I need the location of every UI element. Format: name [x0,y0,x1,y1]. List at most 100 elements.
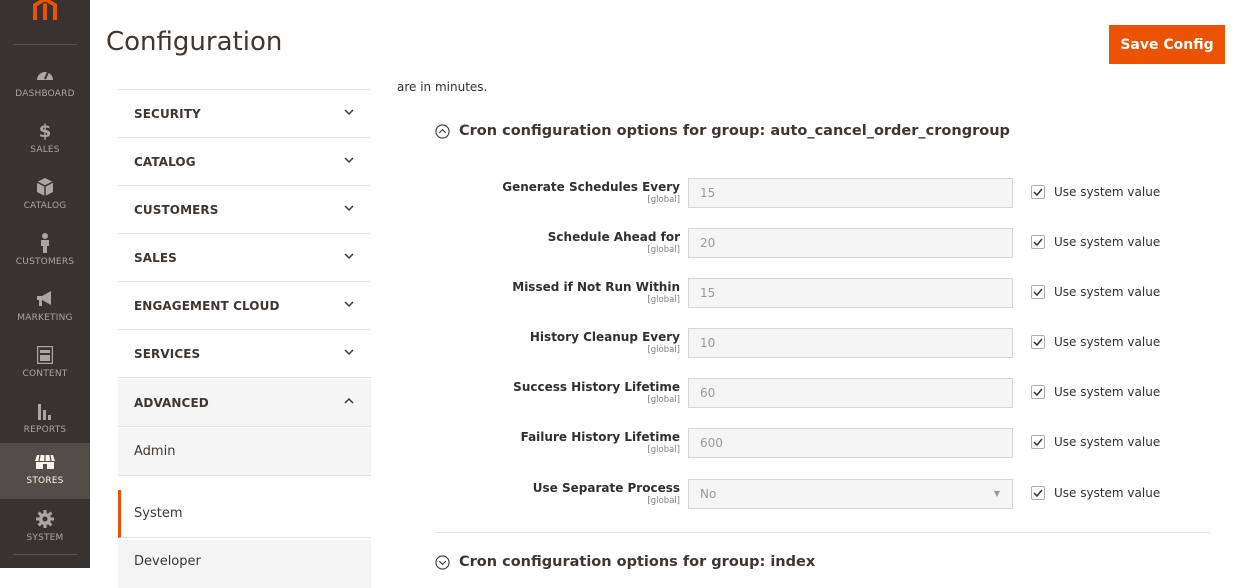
page-title: Configuration [106,27,283,57]
nav-separator [13,554,77,555]
checkbox[interactable] [1031,235,1045,249]
failure-history-lifetime-input[interactable]: 600 [688,428,1013,458]
section-label: CATALOG [134,155,196,169]
checkbox-label: Use system value [1054,486,1161,500]
section-label: ENGAGEMENT CLOUD [134,299,280,313]
use-system-value-checkbox[interactable]: Use system value [1031,435,1160,449]
checkbox-label: Use system value [1054,235,1161,249]
use-system-value-checkbox[interactable]: Use system value [1031,385,1160,399]
checkbox[interactable] [1031,385,1045,399]
sidebar-item-label: Developer [134,554,201,569]
nav-item-customers[interactable]: CUSTOMERS [0,224,90,280]
select-value: No [700,487,717,501]
check-icon [1033,489,1043,497]
check-icon [1033,288,1043,296]
group-title: Cron configuration options for group: au… [459,123,1010,139]
use-separate-process-select[interactable]: No ▼ [688,479,1013,509]
scope-label: [global] [647,345,680,355]
scope-label: [global] [647,245,680,255]
success-history-lifetime-input[interactable]: 60 [688,378,1013,408]
group-divider [435,532,1211,533]
nav-item-marketing[interactable]: MARKETING [0,280,90,336]
checkbox[interactable] [1031,435,1045,449]
use-system-value-checkbox[interactable]: Use system value [1031,285,1160,299]
field-label: Use Separate Process [global] [533,481,680,506]
nav-label: CONTENT [22,369,68,379]
nav-item-stores[interactable]: STORES [0,443,90,499]
nav-label: DASHBOARD [15,89,75,99]
sidebar-item-system[interactable]: System [118,490,371,538]
check-icon [1033,338,1043,346]
missed-if-not-run-input[interactable]: 15 [688,278,1013,308]
dropdown-arrow-icon: ▼ [993,489,1000,498]
section-label: SERVICES [134,347,201,361]
chevron-down-icon [344,205,354,212]
sidebar-item-label: System [134,506,183,521]
config-sidebar: SECURITY CATALOG CUSTOMERS SALES ENGAGEM… [118,89,371,588]
field-label-text: Use Separate Process [532,481,680,495]
group-header-auto-cancel[interactable]: Cron configuration options for group: au… [435,123,1010,139]
save-config-button[interactable]: Save Config [1109,25,1225,64]
schedule-ahead-input[interactable]: 20 [688,228,1013,258]
checkbox[interactable] [1031,185,1045,199]
use-system-value-checkbox[interactable]: Use system value [1031,235,1160,249]
field-failure-history-lifetime: Failure History Lifetime [global] 600 Us… [430,428,1210,458]
checkbox[interactable] [1031,285,1045,299]
checkbox-label: Use system value [1054,185,1161,199]
gear-icon [0,508,90,530]
section-catalog[interactable]: CATALOG [118,138,371,186]
checkbox[interactable] [1031,335,1045,349]
field-label-text: Failure History Lifetime [520,430,680,444]
section-security[interactable]: SECURITY [118,90,371,138]
section-label: ADVANCED [134,396,209,410]
chevron-down-icon [344,253,354,260]
nav-separator [13,44,77,45]
field-label: Schedule Ahead for [global] [548,230,680,255]
chevron-down-icon [344,157,354,164]
field-missed-if-not-run: Missed if Not Run Within [global] 15 Use… [430,278,1210,308]
magento-logo[interactable] [0,0,90,40]
nav-item-content[interactable]: CONTENT [0,336,90,392]
megaphone-icon [0,288,90,310]
section-label: SECURITY [134,107,201,121]
nav-label: SALES [30,145,60,155]
sidebar-item-developer[interactable]: Developer [118,540,371,588]
field-generate-schedules: Generate Schedules Every [global] 15 Use… [430,178,1210,208]
field-label: Success History Lifetime [global] [513,380,680,405]
section-services[interactable]: SERVICES [118,330,371,378]
generate-schedules-input[interactable]: 15 [688,178,1013,208]
admin-nav: DASHBOARD $ SALES CATALOG CUSTOMERS MARK… [0,0,90,568]
person-icon [0,232,90,254]
chevron-down-icon [344,349,354,356]
scope-label: [global] [647,496,680,506]
nav-label: MARKETING [17,313,73,323]
history-cleanup-input[interactable]: 10 [688,328,1013,358]
section-customers[interactable]: CUSTOMERS [118,186,371,234]
section-sales[interactable]: SALES [118,234,371,282]
nav-label: CUSTOMERS [15,257,75,267]
nav-item-reports[interactable]: REPORTS [0,392,90,448]
section-label: SALES [134,251,177,265]
field-use-separate-process: Use Separate Process [global] No ▼ Use s… [430,479,1210,509]
sidebar-item-admin[interactable]: Admin [118,428,371,476]
chevron-up-icon [344,397,354,404]
field-schedule-ahead: Schedule Ahead for [global] 20 Use syste… [430,228,1210,258]
nav-item-dashboard[interactable]: DASHBOARD [0,56,90,112]
nav-item-catalog[interactable]: CATALOG [0,168,90,224]
checkbox-label: Use system value [1054,385,1161,399]
section-label: CUSTOMERS [134,203,219,217]
nav-item-system[interactable]: SYSTEM [0,500,90,556]
scope-label: [global] [647,195,680,205]
chevron-down-icon [344,109,354,116]
section-engagement-cloud[interactable]: ENGAGEMENT CLOUD [118,282,371,330]
use-system-value-checkbox[interactable]: Use system value [1031,335,1160,349]
sidebar-item-label: Admin [134,444,176,459]
field-label: Missed if Not Run Within [global] [512,280,680,305]
use-system-value-checkbox[interactable]: Use system value [1031,185,1160,199]
use-system-value-checkbox[interactable]: Use system value [1031,486,1160,500]
section-advanced[interactable]: ADVANCED [118,379,371,427]
field-label: Generate Schedules Every [global] [502,180,680,205]
checkbox-label: Use system value [1054,435,1161,449]
nav-item-sales[interactable]: $ SALES [0,112,90,168]
checkbox[interactable] [1031,486,1045,500]
